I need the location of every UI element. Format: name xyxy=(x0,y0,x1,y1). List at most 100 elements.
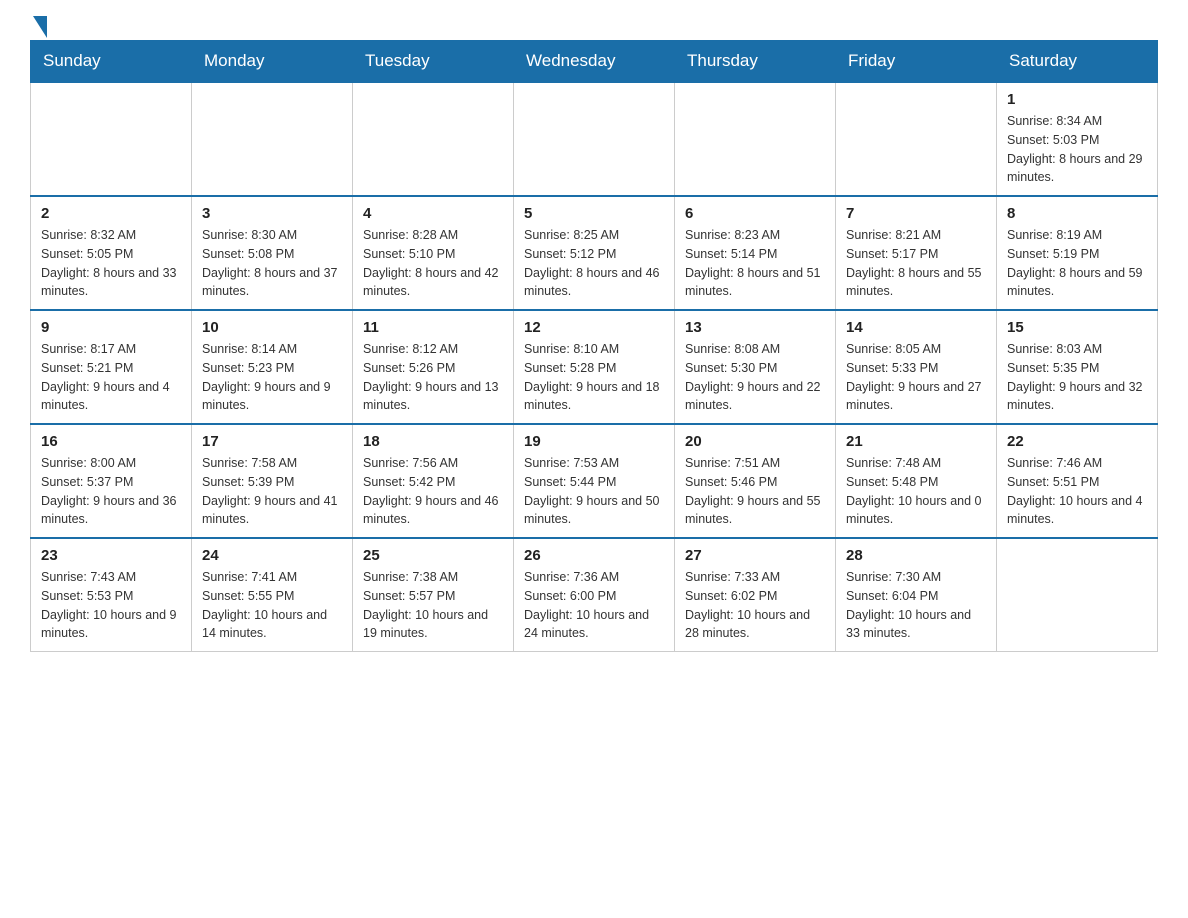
calendar-header-friday: Friday xyxy=(836,41,997,83)
day-number: 23 xyxy=(41,547,181,564)
day-number: 6 xyxy=(685,205,825,222)
day-number: 7 xyxy=(846,205,986,222)
calendar-day-cell: 17 Sunrise: 7:58 AM Sunset: 5:39 PM Dayli… xyxy=(192,424,353,538)
calendar-header-thursday: Thursday xyxy=(675,41,836,83)
calendar-day-cell: 1Sunrise: 8:34 AM Sunset: 5:03 PM Daylig… xyxy=(997,82,1158,196)
day-number: 22 xyxy=(1007,433,1147,450)
day-number: 1 xyxy=(1007,91,1147,108)
day-number: 9 xyxy=(41,319,181,336)
calendar-day-cell xyxy=(675,82,836,196)
day-number: 27 xyxy=(685,547,825,564)
day-number: 5 xyxy=(524,205,664,222)
day-info: Sunrise: 8:17 AM Sunset: 5:21 PM Dayligh… xyxy=(41,340,181,415)
day-number: 10 xyxy=(202,319,342,336)
day-info: Sunrise: 8:25 AM Sunset: 5:12 PM Dayligh… xyxy=(524,226,664,301)
day-info: Sunrise: 7:56 AM Sunset: 5:42 PM Dayligh… xyxy=(363,454,503,529)
day-number: 26 xyxy=(524,547,664,564)
day-info: Sunrise: 7:51 AM Sunset: 5:46 PM Dayligh… xyxy=(685,454,825,529)
day-number: 25 xyxy=(363,547,503,564)
calendar-header-sunday: Sunday xyxy=(31,41,192,83)
calendar-day-cell: 20 Sunrise: 7:51 AM Sunset: 5:46 PM Dayli… xyxy=(675,424,836,538)
day-info: Sunrise: 8:19 AM Sunset: 5:19 PM Dayligh… xyxy=(1007,226,1147,301)
calendar-day-cell xyxy=(997,538,1158,652)
day-number: 24 xyxy=(202,547,342,564)
day-info: Sunrise: 8:23 AM Sunset: 5:14 PM Dayligh… xyxy=(685,226,825,301)
calendar-day-cell: 28 Sunrise: 7:30 AM Sunset: 6:04 PM Dayli… xyxy=(836,538,997,652)
day-number: 21 xyxy=(846,433,986,450)
day-number: 18 xyxy=(363,433,503,450)
day-info: Sunrise: 8:12 AM Sunset: 5:26 PM Dayligh… xyxy=(363,340,503,415)
calendar-day-cell xyxy=(836,82,997,196)
day-info: Sunrise: 8:21 AM Sunset: 5:17 PM Dayligh… xyxy=(846,226,986,301)
calendar-day-cell: 6 Sunrise: 8:23 AM Sunset: 5:14 PM Daylig… xyxy=(675,196,836,310)
day-info: Sunrise: 7:43 AM Sunset: 5:53 PM Dayligh… xyxy=(41,568,181,643)
calendar-header-wednesday: Wednesday xyxy=(514,41,675,83)
day-number: 4 xyxy=(363,205,503,222)
day-number: 20 xyxy=(685,433,825,450)
day-number: 17 xyxy=(202,433,342,450)
calendar-day-cell: 4 Sunrise: 8:28 AM Sunset: 5:10 PM Daylig… xyxy=(353,196,514,310)
calendar-day-cell: 26 Sunrise: 7:36 AM Sunset: 6:00 PM Dayli… xyxy=(514,538,675,652)
day-info: Sunrise: 7:53 AM Sunset: 5:44 PM Dayligh… xyxy=(524,454,664,529)
calendar-day-cell xyxy=(514,82,675,196)
day-number: 12 xyxy=(524,319,664,336)
day-number: 2 xyxy=(41,205,181,222)
calendar-header-saturday: Saturday xyxy=(997,41,1158,83)
calendar-day-cell: 3 Sunrise: 8:30 AM Sunset: 5:08 PM Daylig… xyxy=(192,196,353,310)
calendar-header-monday: Monday xyxy=(192,41,353,83)
calendar-week-row: 23 Sunrise: 7:43 AM Sunset: 5:53 PM Dayli… xyxy=(31,538,1158,652)
calendar-day-cell: 13 Sunrise: 8:08 AM Sunset: 5:30 PM Dayli… xyxy=(675,310,836,424)
day-number: 3 xyxy=(202,205,342,222)
calendar-day-cell: 15 Sunrise: 8:03 AM Sunset: 5:35 PM Dayli… xyxy=(997,310,1158,424)
calendar-day-cell: 16 Sunrise: 8:00 AM Sunset: 5:37 PM Dayli… xyxy=(31,424,192,538)
calendar-day-cell: 11 Sunrise: 8:12 AM Sunset: 5:26 PM Dayli… xyxy=(353,310,514,424)
logo xyxy=(30,20,47,30)
day-info: Sunrise: 8:30 AM Sunset: 5:08 PM Dayligh… xyxy=(202,226,342,301)
day-info: Sunrise: 7:36 AM Sunset: 6:00 PM Dayligh… xyxy=(524,568,664,643)
day-number: 19 xyxy=(524,433,664,450)
calendar-day-cell xyxy=(31,82,192,196)
calendar-week-row: 1Sunrise: 8:34 AM Sunset: 5:03 PM Daylig… xyxy=(31,82,1158,196)
calendar-day-cell: 18 Sunrise: 7:56 AM Sunset: 5:42 PM Dayli… xyxy=(353,424,514,538)
calendar-day-cell: 5 Sunrise: 8:25 AM Sunset: 5:12 PM Daylig… xyxy=(514,196,675,310)
calendar-week-row: 2 Sunrise: 8:32 AM Sunset: 5:05 PM Daylig… xyxy=(31,196,1158,310)
day-info: Sunrise: 8:28 AM Sunset: 5:10 PM Dayligh… xyxy=(363,226,503,301)
day-info: Sunrise: 7:46 AM Sunset: 5:51 PM Dayligh… xyxy=(1007,454,1147,529)
calendar-day-cell: 21 Sunrise: 7:48 AM Sunset: 5:48 PM Dayli… xyxy=(836,424,997,538)
day-number: 11 xyxy=(363,319,503,336)
calendar-day-cell: 8 Sunrise: 8:19 AM Sunset: 5:19 PM Daylig… xyxy=(997,196,1158,310)
calendar-day-cell xyxy=(192,82,353,196)
calendar-day-cell: 2 Sunrise: 8:32 AM Sunset: 5:05 PM Daylig… xyxy=(31,196,192,310)
day-number: 15 xyxy=(1007,319,1147,336)
day-info: Sunrise: 7:30 AM Sunset: 6:04 PM Dayligh… xyxy=(846,568,986,643)
day-info: Sunrise: 8:08 AM Sunset: 5:30 PM Dayligh… xyxy=(685,340,825,415)
calendar-day-cell: 19 Sunrise: 7:53 AM Sunset: 5:44 PM Dayli… xyxy=(514,424,675,538)
day-number: 28 xyxy=(846,547,986,564)
day-info: Sunrise: 8:10 AM Sunset: 5:28 PM Dayligh… xyxy=(524,340,664,415)
day-info: Sunrise: 7:58 AM Sunset: 5:39 PM Dayligh… xyxy=(202,454,342,529)
logo-triangle-icon xyxy=(33,16,47,38)
calendar-day-cell: 25Sunrise: 7:38 AM Sunset: 5:57 PM Dayli… xyxy=(353,538,514,652)
day-number: 13 xyxy=(685,319,825,336)
day-info: Sunrise: 8:05 AM Sunset: 5:33 PM Dayligh… xyxy=(846,340,986,415)
day-number: 16 xyxy=(41,433,181,450)
calendar-header-row: SundayMondayTuesdayWednesdayThursdayFrid… xyxy=(31,41,1158,83)
calendar-day-cell: 9 Sunrise: 8:17 AM Sunset: 5:21 PM Daylig… xyxy=(31,310,192,424)
calendar-day-cell: 10Sunrise: 8:14 AM Sunset: 5:23 PM Dayli… xyxy=(192,310,353,424)
calendar-header-tuesday: Tuesday xyxy=(353,41,514,83)
day-number: 14 xyxy=(846,319,986,336)
calendar-day-cell: 23 Sunrise: 7:43 AM Sunset: 5:53 PM Dayli… xyxy=(31,538,192,652)
day-info: Sunrise: 8:00 AM Sunset: 5:37 PM Dayligh… xyxy=(41,454,181,529)
calendar-week-row: 9 Sunrise: 8:17 AM Sunset: 5:21 PM Daylig… xyxy=(31,310,1158,424)
day-info: Sunrise: 7:48 AM Sunset: 5:48 PM Dayligh… xyxy=(846,454,986,529)
calendar-day-cell: 24Sunrise: 7:41 AM Sunset: 5:55 PM Dayli… xyxy=(192,538,353,652)
calendar-day-cell: 27 Sunrise: 7:33 AM Sunset: 6:02 PM Dayli… xyxy=(675,538,836,652)
calendar-day-cell: 14 Sunrise: 8:05 AM Sunset: 5:33 PM Dayli… xyxy=(836,310,997,424)
day-info: Sunrise: 8:32 AM Sunset: 5:05 PM Dayligh… xyxy=(41,226,181,301)
day-number: 8 xyxy=(1007,205,1147,222)
day-info: Sunrise: 8:03 AM Sunset: 5:35 PM Dayligh… xyxy=(1007,340,1147,415)
day-info: Sunrise: 7:33 AM Sunset: 6:02 PM Dayligh… xyxy=(685,568,825,643)
calendar-day-cell xyxy=(353,82,514,196)
calendar-week-row: 16 Sunrise: 8:00 AM Sunset: 5:37 PM Dayli… xyxy=(31,424,1158,538)
calendar-table: SundayMondayTuesdayWednesdayThursdayFrid… xyxy=(30,40,1158,652)
